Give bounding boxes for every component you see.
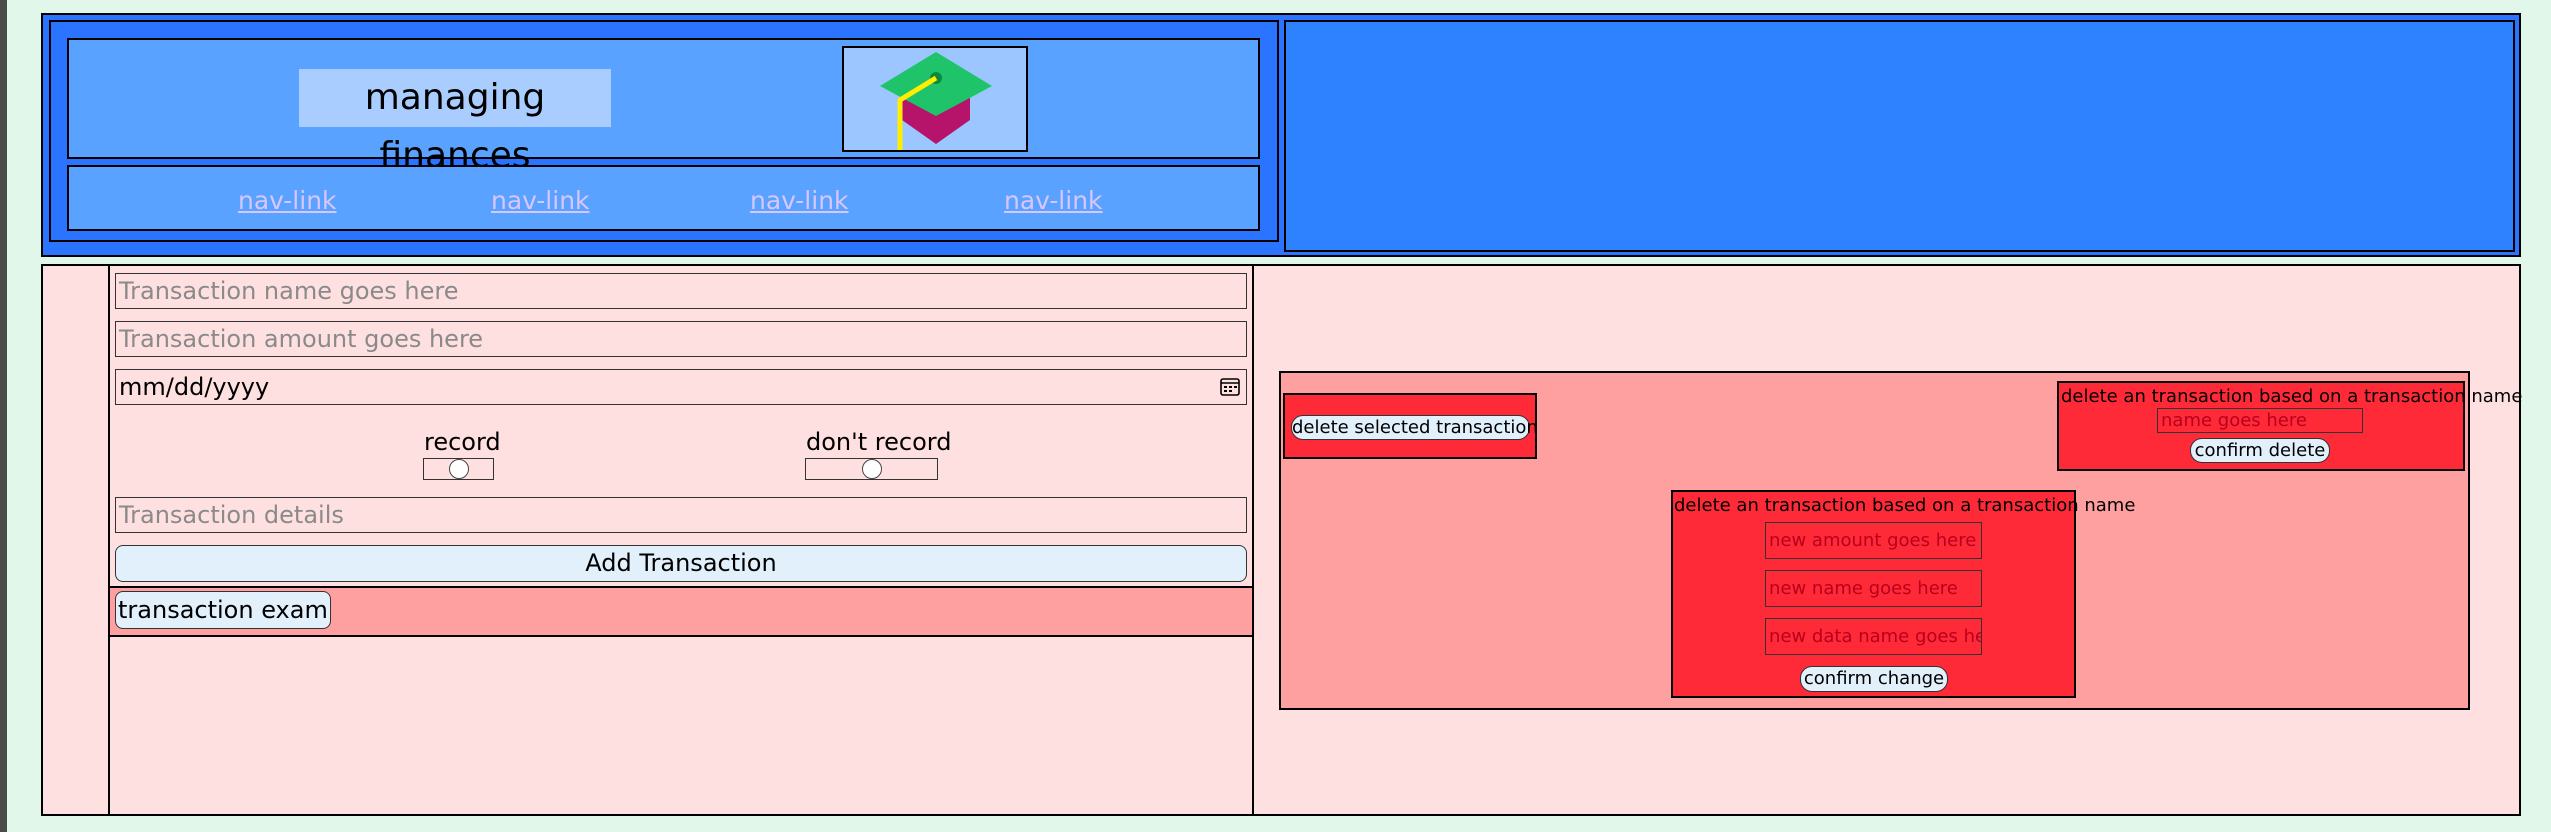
calendar-icon[interactable] <box>1220 376 1240 396</box>
transaction-amount-input[interactable]: Transaction amount goes here <box>115 321 1247 357</box>
radio-dont-record[interactable] <box>862 459 882 479</box>
transaction-date-input[interactable]: mm/dd/yyyy <box>115 369 1247 405</box>
change-transaction-title: delete an transaction based on a transac… <box>1674 495 2136 516</box>
confirm-delete-button[interactable]: confirm delete <box>2190 438 2330 463</box>
new-name-input[interactable]: new name goes here <box>1765 570 1982 607</box>
delete-selected-button[interactable]: delete selected transaction <box>1291 415 1538 440</box>
page-title: managing finances <box>299 69 611 176</box>
graduation-cap-icon <box>880 52 992 150</box>
nav-link-4[interactable]: nav-link <box>1004 186 1103 215</box>
transaction-details-input[interactable]: Transaction details <box>115 497 1247 533</box>
logo <box>842 46 1028 152</box>
delete-by-name-title: delete an transaction based on a transac… <box>2061 386 2523 407</box>
new-amount-input[interactable]: new amount goes here <box>1765 522 1982 559</box>
nav-link-3[interactable]: nav-link <box>750 186 849 215</box>
nav-link-1[interactable]: nav-link <box>238 186 337 215</box>
add-transaction-button[interactable]: Add Transaction <box>115 545 1247 582</box>
new-data-name-input[interactable]: new data name goes here <box>1765 618 1982 655</box>
transaction-name-input[interactable]: Transaction name goes here <box>115 273 1247 309</box>
radio-record[interactable] <box>449 459 469 479</box>
header-right-panel <box>1284 20 2515 252</box>
delete-name-input[interactable]: name goes here <box>2157 408 2363 433</box>
radio-record-label: record <box>424 428 501 456</box>
window-edge <box>0 0 7 832</box>
radio-dont-record-label: don't record <box>806 428 952 456</box>
confirm-change-button[interactable]: confirm change <box>1800 666 1948 692</box>
nav-link-2[interactable]: nav-link <box>491 186 590 215</box>
title-panel <box>67 38 1260 159</box>
transaction-item[interactable]: transaction example <box>115 591 331 629</box>
